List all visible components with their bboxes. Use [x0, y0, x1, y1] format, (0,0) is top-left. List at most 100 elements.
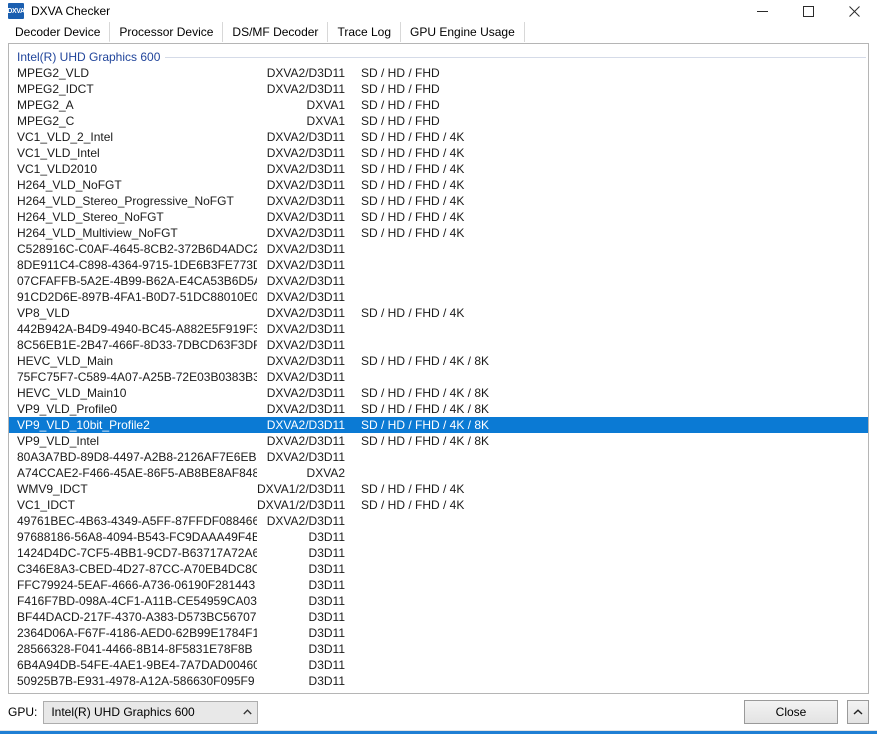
- table-row[interactable]: VP9_VLD_Profile0 DXVA2/D3D11 SD / HD / FHD…: [9, 401, 868, 417]
- decoder-guid-name: H264_VLD_Multiview_NoFGT: [17, 226, 178, 240]
- table-row[interactable]: 07CFAFFB-5A2E-4B99-B62A-E4CA53B6D5AA DXVA…: [9, 273, 868, 289]
- table-row[interactable]: HEVC_VLD_Main DXVA2/D3D11 SD / HD / FHD / …: [9, 353, 868, 369]
- decoder-api: D3D11: [308, 642, 345, 656]
- table-row[interactable]: F416F7BD-098A-4CF1-A11B-CE54959CA03D D3D1…: [9, 593, 868, 609]
- table-row[interactable]: C346E8A3-CBED-4D27-87CC-A70EB4DC8C27 D3D1…: [9, 561, 868, 577]
- decoder-api: D3D11: [308, 594, 345, 608]
- bottom-bar: GPU: Intel(R) UHD Graphics 600 Close: [0, 694, 877, 730]
- decoder-resolutions: SD / HD / FHD / 4K: [361, 178, 465, 192]
- decoder-api: DXVA2/D3D11: [266, 338, 345, 352]
- close-window-button[interactable]: [831, 0, 877, 22]
- decoder-resolutions: SD / HD / FHD / 4K: [361, 306, 465, 320]
- table-row[interactable]: VP9_VLD_Intel DXVA2/D3D11 SD / HD / FHD / …: [9, 433, 868, 449]
- decoder-guid-name: 8C56EB1E-2B47-466F-8D33-7DBCD63F3DF2: [17, 338, 257, 352]
- tab-processor-device[interactable]: Processor Device: [110, 22, 224, 43]
- table-row[interactable]: 6B4A94DB-54FE-4AE1-9BE4-7A7DAD004600 D3D1…: [9, 657, 868, 673]
- table-row[interactable]: BF44DACD-217F-4370-A383-D573BC56707E D3D1…: [9, 609, 868, 625]
- decoder-resolutions: SD / HD / FHD / 4K / 8K: [361, 386, 490, 400]
- gpu-select-value: Intel(R) UHD Graphics 600: [51, 705, 195, 719]
- table-row[interactable]: 75FC75F7-C589-4A07-A25B-72E03B0383B3 DXVA…: [9, 369, 868, 385]
- minimize-button[interactable]: [739, 0, 785, 22]
- table-row[interactable]: H264_VLD_Stereo_Progressive_NoFGT DXVA2/D…: [9, 193, 868, 209]
- status-bar: [0, 730, 877, 737]
- decoder-guid-name: BF44DACD-217F-4370-A383-D573BC56707E: [17, 610, 257, 624]
- table-row[interactable]: 8C56EB1E-2B47-466F-8D33-7DBCD63F3DF2 DXVA…: [9, 337, 868, 353]
- table-row[interactable]: 8DE911C4-C898-4364-9715-1DE6B3FE773D DXVA…: [9, 257, 868, 273]
- decoder-resolutions: SD / HD / FHD: [361, 66, 440, 80]
- table-row[interactable]: VP8_VLD DXVA2/D3D11 SD / HD / FHD / 4K: [9, 305, 868, 321]
- decoder-guid-name: 75FC75F7-C589-4A07-A25B-72E03B0383B3: [17, 370, 257, 384]
- table-row[interactable]: 28566328-F041-4466-8B14-8F5831E78F8B D3D1…: [9, 641, 868, 657]
- table-row[interactable]: VP9_VLD_10bit_Profile2 DXVA2/D3D11 SD / HD…: [9, 417, 868, 433]
- table-row[interactable]: 442B942A-B4D9-4940-BC45-A882E5F919F3 DXVA…: [9, 321, 868, 337]
- close-button[interactable]: Close: [744, 700, 838, 724]
- decoder-guid-name: 8DE911C4-C898-4364-9715-1DE6B3FE773D: [17, 258, 257, 272]
- title-bar: DXVA DXVA Checker: [0, 0, 877, 22]
- window-controls: [739, 0, 877, 22]
- table-row[interactable]: C528916C-C0AF-4645-8CB2-372B6D4ADC2A DXVA…: [9, 241, 868, 257]
- decoder-guid-name: MPEG2_A: [17, 98, 74, 112]
- expand-toggle-button[interactable]: [847, 700, 869, 724]
- tab-ds-mf-decoder[interactable]: DS/MF Decoder: [223, 22, 329, 43]
- table-row[interactable]: 50925B7B-E931-4978-A12A-586630F095F9 D3D1…: [9, 673, 868, 689]
- table-row[interactable]: VC1_VLD2010 DXVA2/D3D11 SD / HD / FHD / 4K: [9, 161, 868, 177]
- tab-gpu-engine-usage[interactable]: GPU Engine Usage: [401, 22, 525, 43]
- decoder-api: D3D11: [308, 658, 345, 672]
- dxva-app-icon: DXVA: [7, 3, 25, 19]
- tab-trace-log[interactable]: Trace Log: [328, 22, 402, 43]
- decoder-api: DXVA2/D3D11: [266, 226, 345, 240]
- decoder-api: D3D11: [308, 562, 345, 576]
- decoder-guid-name: 1424D4DC-7CF5-4BB1-9CD7-B63717A72A6B: [17, 546, 257, 560]
- decoder-device-list[interactable]: Intel(R) UHD Graphics 600 MPEG2_VLD DXVA2…: [8, 43, 869, 694]
- decoder-resolutions: SD / HD / FHD / 4K / 8K: [361, 402, 490, 416]
- table-row[interactable]: MPEG2_A DXVA1 SD / HD / FHD: [9, 97, 868, 113]
- table-row[interactable]: 1424D4DC-7CF5-4BB1-9CD7-B63717A72A6B D3D1…: [9, 545, 868, 561]
- maximize-button[interactable]: [785, 0, 831, 22]
- table-row[interactable]: WMV9_IDCT DXVA1/2/D3D11 SD / HD / FHD / 4K: [9, 481, 868, 497]
- decoder-api: DXVA2/D3D11: [266, 194, 345, 208]
- decoder-resolutions: SD / HD / FHD / 4K / 8K: [361, 418, 490, 432]
- decoder-api: DXVA2/D3D11: [266, 450, 345, 464]
- table-row[interactable]: VC1_VLD_2_Intel DXVA2/D3D11 SD / HD / FHD …: [9, 129, 868, 145]
- decoder-guid-name: MPEG2_VLD: [17, 66, 90, 80]
- table-row[interactable]: FFC79924-5EAF-4666-A736-06190F281443 D3D1…: [9, 577, 868, 593]
- decoder-guid-name: 80A3A7BD-89D8-4497-A2B8-2126AF7E6EB8: [17, 450, 257, 464]
- decoder-api: DXVA2/D3D11: [266, 354, 345, 368]
- table-row[interactable]: 97688186-56A8-4094-B543-FC9DAAA49F4B D3D1…: [9, 529, 868, 545]
- table-row[interactable]: H264_VLD_NoFGT DXVA2/D3D11 SD / HD / FHD /…: [9, 177, 868, 193]
- decoder-guid-name: HEVC_VLD_Main10: [17, 386, 127, 400]
- decoder-api: D3D11: [308, 610, 345, 624]
- decoder-api: DXVA2/D3D11: [266, 370, 345, 384]
- decoder-resolutions: SD / HD / FHD: [361, 114, 440, 128]
- decoder-api: DXVA2/D3D11: [266, 178, 345, 192]
- decoder-api: DXVA2/D3D11: [266, 210, 345, 224]
- decoder-resolutions: SD / HD / FHD / 4K: [361, 194, 465, 208]
- table-row[interactable]: A74CCAE2-F466-45AE-86F5-AB8BE8AF8483 DXVA…: [9, 465, 868, 481]
- table-row[interactable]: H264_VLD_Stereo_NoFGT DXVA2/D3D11 SD / HD …: [9, 209, 868, 225]
- tab-decoder-device[interactable]: Decoder Device: [6, 22, 111, 43]
- status-accent: [0, 731, 877, 734]
- table-row[interactable]: H264_VLD_Multiview_NoFGT DXVA2/D3D11 SD / …: [9, 225, 868, 241]
- list-group-header: Intel(R) UHD Graphics 600: [9, 49, 868, 65]
- table-row[interactable]: MPEG2_C DXVA1 SD / HD / FHD: [9, 113, 868, 129]
- table-row[interactable]: VC1_VLD_Intel DXVA2/D3D11 SD / HD / FHD / …: [9, 145, 868, 161]
- table-row[interactable]: MPEG2_IDCT DXVA2/D3D11 SD / HD / FHD: [9, 81, 868, 97]
- table-row[interactable]: VC1_IDCT DXVA1/2/D3D11 SD / HD / FHD / 4K: [9, 497, 868, 513]
- decoder-resolutions: SD / HD / FHD / 4K: [361, 482, 465, 496]
- decoder-guid-name: 49761BEC-4B63-4349-A5FF-87FFDF088466: [17, 514, 257, 528]
- gpu-select[interactable]: Intel(R) UHD Graphics 600: [43, 700, 259, 724]
- decoder-guid-name: FFC79924-5EAF-4666-A736-06190F281443: [17, 578, 256, 592]
- table-row[interactable]: MPEG2_VLD DXVA2/D3D11 SD / HD / FHD: [9, 65, 868, 81]
- decoder-resolutions: SD / HD / FHD / 4K: [361, 162, 465, 176]
- window-title: DXVA Checker: [31, 4, 111, 18]
- decoder-guid-name: 28566328-F041-4466-8B14-8F5831E78F8B: [17, 642, 253, 656]
- decoder-guid-name: 2364D06A-F67F-4186-AED0-62B99E1784F1: [17, 626, 257, 640]
- decoder-api: DXVA2/D3D11: [266, 514, 345, 528]
- decoder-guid-name: 6B4A94DB-54FE-4AE1-9BE4-7A7DAD004600: [17, 658, 257, 672]
- table-row[interactable]: HEVC_VLD_Main10 DXVA2/D3D11 SD / HD / FHD …: [9, 385, 868, 401]
- table-row[interactable]: 91CD2D6E-897B-4FA1-B0D7-51DC88010E0A DXVA…: [9, 289, 868, 305]
- table-row[interactable]: 49761BEC-4B63-4349-A5FF-87FFDF088466 DXVA…: [9, 513, 868, 529]
- table-row[interactable]: 2364D06A-F67F-4186-AED0-62B99E1784F1 D3D1…: [9, 625, 868, 641]
- table-row[interactable]: 80A3A7BD-89D8-4497-A2B8-2126AF7E6EB8 DXVA…: [9, 449, 868, 465]
- close-icon: [848, 5, 860, 17]
